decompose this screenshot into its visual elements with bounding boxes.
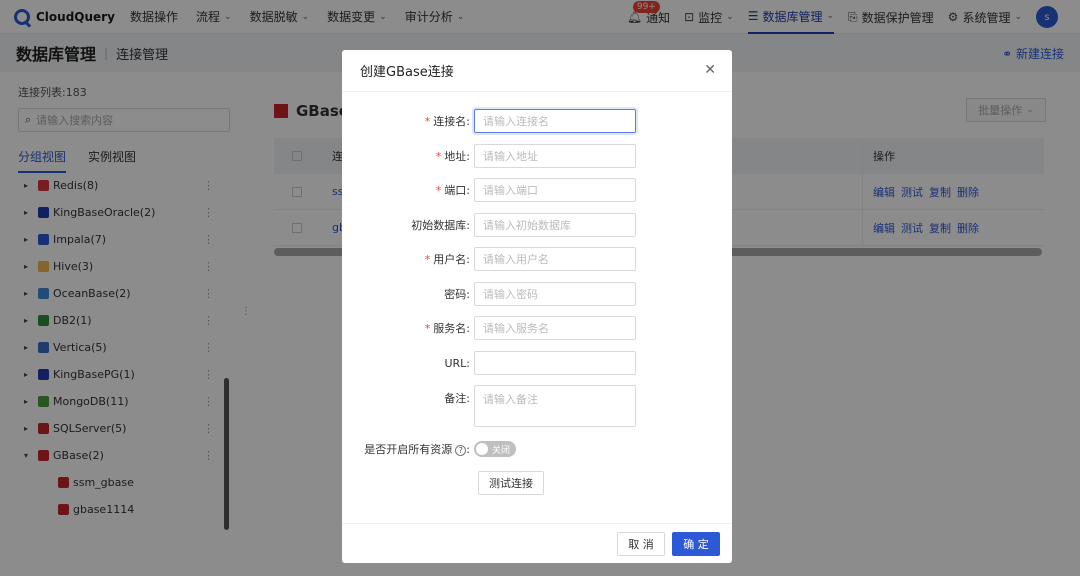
- field-label: * 端口:: [435, 184, 470, 197]
- help-icon[interactable]: ?: [455, 445, 467, 456]
- form-row-resource: 是否开启所有资源?: 关闭: [342, 437, 516, 461]
- field-label: 密码:: [444, 288, 470, 301]
- resource-toggle[interactable]: 关闭: [474, 441, 516, 457]
- dialog-title: 创建GBase连接: [342, 50, 732, 92]
- form-row-remark: 备注: 请输入备注: [342, 385, 636, 427]
- confirm-button[interactable]: 确 定: [672, 532, 720, 556]
- field-input[interactable]: 请输入服务名: [474, 316, 636, 340]
- required-mark: *: [424, 322, 431, 335]
- form-row: * 用户名: 请输入用户名: [342, 247, 636, 271]
- test-connection-button[interactable]: 测试连接: [478, 471, 544, 495]
- field-input[interactable]: 请输入地址: [474, 144, 636, 168]
- form-row: * 地址: 请输入地址: [342, 144, 636, 168]
- remark-textarea[interactable]: 请输入备注: [474, 385, 636, 427]
- dialog-footer: 取 消 确 定: [342, 523, 732, 563]
- create-connection-dialog: 创建GBase连接 ✕ * 连接名: 请输入连接名 * 地址: 请输入地址 * 端口: 请输入端…: [342, 50, 732, 563]
- cancel-button[interactable]: 取 消: [617, 532, 665, 556]
- field-label: * 用户名:: [424, 253, 470, 266]
- field-label: * 连接名:: [424, 115, 470, 128]
- form-row: URL:: [342, 351, 636, 375]
- toggle-text: 关闭: [492, 445, 511, 456]
- resource-label: 是否开启所有资源?:: [364, 443, 470, 456]
- field-input[interactable]: 请输入连接名: [474, 109, 636, 133]
- form-row: * 服务名: 请输入服务名: [342, 316, 636, 340]
- required-mark: *: [435, 150, 442, 163]
- field-input[interactable]: 请输入密码: [474, 282, 636, 306]
- field-label: * 地址:: [435, 150, 470, 163]
- form-row: * 连接名: 请输入连接名: [342, 109, 636, 133]
- field-label: URL:: [444, 356, 470, 370]
- required-mark: *: [424, 253, 431, 266]
- field-input[interactable]: [474, 351, 636, 375]
- close-icon[interactable]: ✕: [704, 62, 716, 78]
- required-mark: *: [424, 115, 431, 128]
- field-label: * 服务名:: [424, 322, 470, 335]
- form-row: 初始数据库: 请输入初始数据库: [342, 213, 636, 237]
- field-input[interactable]: 请输入用户名: [474, 247, 636, 271]
- form-row: 密码: 请输入密码: [342, 282, 636, 306]
- form-row: * 端口: 请输入端口: [342, 178, 636, 202]
- field-label: 初始数据库:: [411, 219, 470, 232]
- field-input[interactable]: 请输入端口: [474, 178, 636, 202]
- required-mark: *: [435, 184, 442, 197]
- remark-label: 备注:: [444, 392, 470, 405]
- field-input[interactable]: 请输入初始数据库: [474, 213, 636, 237]
